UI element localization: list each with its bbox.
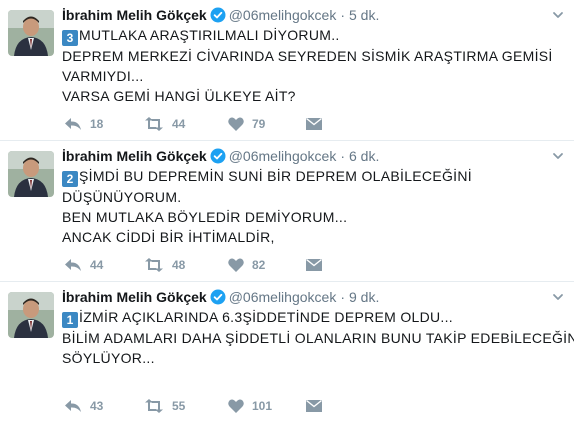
retweet-button[interactable]: 55 (144, 396, 185, 416)
tweet-text-line: DÜŞÜNÜYORUM. (62, 189, 182, 205)
tweet-text-line: BEN MUTLAKA BÖYLEDİR DEMİYORUM... (62, 209, 348, 225)
header-separator: · (340, 148, 345, 164)
keycap-number-icon: 1 (62, 312, 78, 328)
tweet-text-line: SÖYLÜYOR... (62, 350, 155, 366)
author-name[interactable]: İbrahim Melih Gökçek (62, 7, 207, 23)
reply-icon (64, 117, 82, 131)
avatar[interactable] (8, 292, 54, 338)
verified-badge-icon (210, 148, 226, 168)
tweet-text: 2 ŞİMDİ BU DEPREMİN SUNİ BİR DEPREM OLABİ… (62, 166, 566, 247)
author-name[interactable]: İbrahim Melih Gökçek (62, 148, 207, 164)
tweet-actions: 44 48 82 (62, 255, 342, 275)
envelope-icon (306, 258, 322, 272)
direct-message-button[interactable] (306, 255, 322, 275)
retweet-button[interactable]: 44 (144, 114, 185, 134)
retweet-icon (144, 117, 164, 131)
keycap-number-icon: 3 (62, 30, 78, 46)
reply-icon (64, 258, 82, 272)
tweet-text-line: VARSA GEMİ HANGİ ÜLKEYE AİT? (62, 88, 296, 104)
tweet-text: 1 İZMİR AÇIKLARINDA 6.3ŞİDDETİNDE DEPREM … (62, 307, 574, 368)
tweet-timestamp[interactable]: 9 dk. (349, 289, 379, 305)
avatar[interactable] (8, 10, 54, 56)
reply-button[interactable]: 18 (64, 114, 103, 134)
reply-count: 43 (90, 399, 104, 413)
like-count: 79 (252, 117, 266, 131)
avatar[interactable] (8, 151, 54, 197)
tweet-timestamp[interactable]: 5 dk. (349, 7, 379, 23)
chevron-down-icon[interactable] (552, 149, 564, 161)
like-button[interactable]: 82 (228, 255, 265, 275)
author-handle[interactable]: @06melihgokcek (229, 289, 337, 305)
tweet[interactable]: İbrahim Melih Gökçek @06melihgokcek · 6 dk.… (0, 141, 574, 282)
verified-badge-icon (210, 7, 226, 27)
tweet-text-line: DEPREM MERKEZİ CİVARINDA SEYREDEN SİSMİK… (62, 48, 553, 64)
retweet-icon (144, 399, 164, 413)
reply-count: 18 (90, 117, 104, 131)
tweet[interactable]: İbrahim Melih Gökçek @06melihgokcek · 5 dk.… (0, 0, 574, 141)
author-handle[interactable]: @06melihgokcek (229, 148, 337, 164)
like-count: 82 (252, 258, 266, 272)
envelope-icon (306, 117, 322, 131)
reply-button[interactable]: 43 (64, 396, 103, 416)
author-handle[interactable]: @06melihgokcek (229, 7, 337, 23)
author-name[interactable]: İbrahim Melih Gökçek (62, 289, 207, 305)
retweet-icon (144, 258, 164, 272)
reply-icon (64, 399, 82, 413)
tweet-text-line: 1 İZMİR AÇIKLARINDA 6.3ŞİDDETİNDE DEPREM … (62, 307, 566, 328)
reply-count: 44 (90, 258, 104, 272)
direct-message-button[interactable] (306, 114, 322, 134)
tweet-actions: 43 55 101 (62, 396, 342, 416)
verified-badge-icon (210, 289, 226, 309)
reply-button[interactable]: 44 (64, 255, 103, 275)
tweet-text-line: 3 MUTLAKA ARAŞTIRILMALI DİYORUM.. (62, 25, 566, 46)
direct-message-button[interactable] (306, 396, 322, 416)
tweet-text-line: 2 ŞİMDİ BU DEPREMİN SUNİ BİR DEPREM OLABİ… (62, 166, 566, 187)
heart-icon (228, 399, 244, 413)
chevron-down-icon[interactable] (552, 8, 564, 20)
keycap-number-icon: 2 (62, 171, 78, 187)
tweet-timestamp[interactable]: 6 dk. (349, 148, 379, 164)
envelope-icon (306, 399, 322, 413)
heart-icon (228, 117, 244, 131)
like-button[interactable]: 79 (228, 114, 265, 134)
header-separator: · (340, 7, 345, 23)
chevron-down-icon[interactable] (552, 290, 564, 302)
tweet[interactable]: İbrahim Melih Gökçek @06melihgokcek · 9 dk.… (0, 282, 574, 424)
header-separator: · (340, 289, 345, 305)
tweet-text: 3 MUTLAKA ARAŞTIRILMALI DİYORUM.. DEPREM … (62, 25, 566, 106)
heart-icon (228, 258, 244, 272)
like-button[interactable]: 101 (228, 396, 272, 416)
retweet-count: 44 (172, 117, 186, 131)
tweet-actions: 18 44 79 (62, 114, 342, 134)
tweet-text-line: VARMIYDI... (62, 68, 144, 84)
like-count: 101 (252, 399, 273, 413)
retweet-count: 48 (172, 258, 186, 272)
tweet-text-line: BİLİM ADAMLARI DAHA ŞİDDETLİ OLANLARIN B… (62, 330, 574, 346)
retweet-count: 55 (172, 399, 186, 413)
retweet-button[interactable]: 48 (144, 255, 185, 275)
tweet-text-line: ANCAK CİDDİ BİR İHTİMALDİR, (62, 229, 275, 245)
